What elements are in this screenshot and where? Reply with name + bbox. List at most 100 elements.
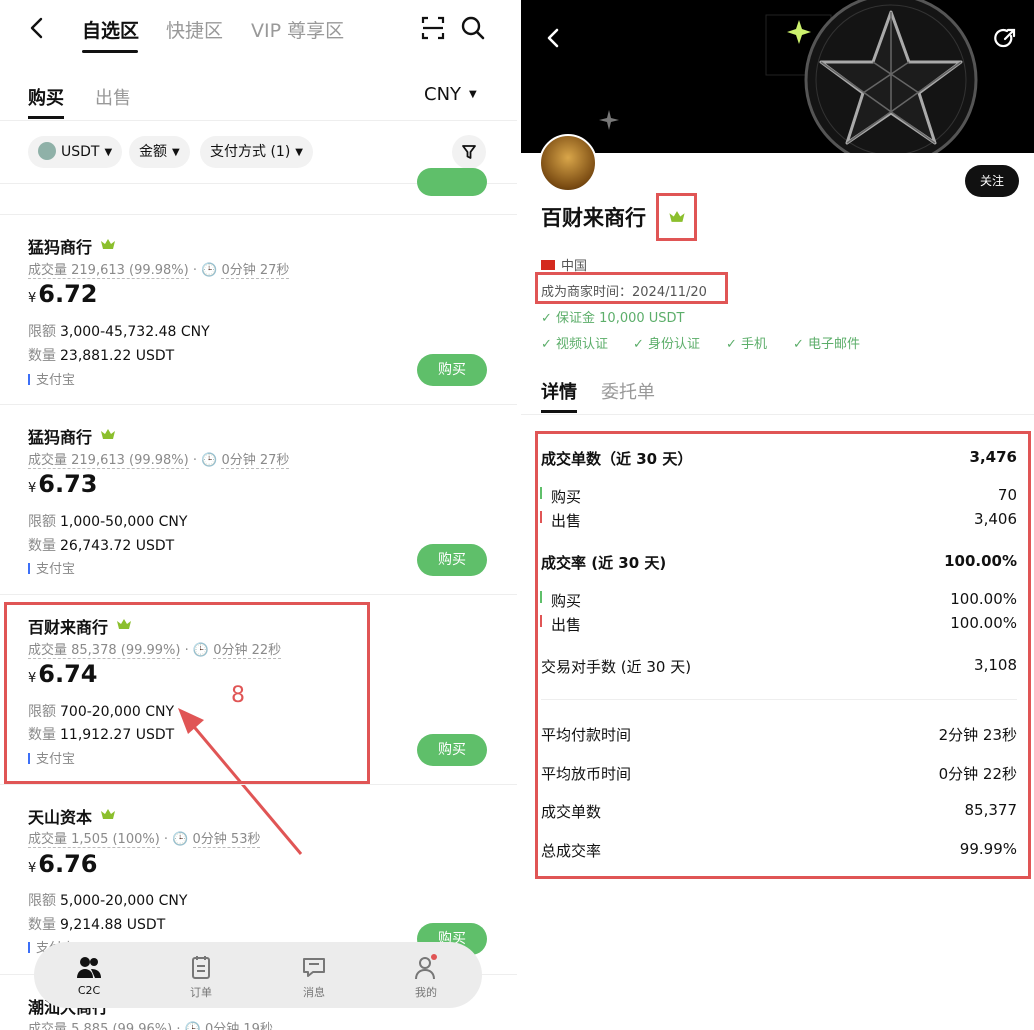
orders-buy-value: 70 [997, 486, 1017, 504]
message-icon [303, 958, 325, 977]
price: ¥6.72 [28, 280, 98, 308]
partial-buy-button[interactable] [417, 168, 487, 196]
tab-vip[interactable]: VIP 尊享区 [251, 16, 344, 43]
buy-button[interactable]: 购买 [417, 544, 487, 576]
verification-email: ✓ 电子邮件 [793, 337, 861, 352]
payment-method: 支付宝 [28, 369, 75, 388]
coin-label: USDT [61, 144, 100, 160]
trade-stats: 成交量 219,613 (99.98%) · 🕒 0分钟 27秒 [28, 453, 290, 469]
buy-indicator-bar [540, 487, 542, 499]
trade-stats: 成交量 219,613 (99.98%) · 🕒 0分钟 27秒 [28, 263, 290, 279]
verification-phone: ✓ 手机 [726, 337, 768, 352]
orders-30d-label: 成交单数（近 30 天） [541, 450, 693, 468]
orders-sell-value: 3,406 [974, 510, 1017, 528]
tab-sell[interactable]: 出售 [95, 84, 131, 110]
quantity-row: 数量 23,881.22 USDT [28, 348, 175, 364]
currency-label: CNY [424, 84, 462, 105]
orders-sell-label: 出售 [551, 512, 582, 530]
crown-icon [101, 429, 115, 439]
avg-pay-time-value: 2分钟 23秒 [938, 726, 1017, 744]
currency-select[interactable]: CNY ▼ [424, 84, 477, 105]
buy-button[interactable]: 购买 [417, 354, 487, 386]
buy-button[interactable]: 购买 [417, 734, 487, 766]
tab-indicator [541, 410, 577, 413]
merchant-name[interactable]: 天山资本 [28, 804, 92, 828]
avg-release-time-value: 0分钟 22秒 [938, 765, 1017, 783]
rate-buy-value: 100.00% [950, 590, 1017, 608]
nav-label: 订单 [190, 986, 212, 999]
buy-indicator-bar [540, 591, 542, 603]
nav-messages[interactable]: 消息 [284, 954, 344, 1000]
trade-stats: 成交量 5,885 (99.96%) · 🕒 0分钟 19秒 [28, 1018, 273, 1030]
verification-video: ✓ 视频认证 [541, 337, 609, 352]
orders-buy-label: 购买 [551, 488, 582, 506]
rate-30d-value: 100.00% [944, 552, 1017, 570]
limit-row: 限额 3,000-45,732.48 CNY [28, 324, 210, 340]
search-icon[interactable] [460, 15, 486, 41]
merchant-profile-panel: 关注 百财来商行 中国 成为商家时间：2024/11/20 ✓ 保证金 10,0… [521, 0, 1034, 1030]
usdt-icon [38, 142, 56, 160]
nav-label: 消息 [303, 986, 325, 999]
caret-down-icon: ▼ [104, 147, 113, 158]
quantity-row: 数量 26,743.72 USDT [28, 538, 175, 554]
profile-banner [521, 0, 1034, 153]
divider [0, 120, 517, 121]
nav-orders[interactable]: 订单 [171, 954, 231, 1000]
scan-icon[interactable] [420, 15, 446, 41]
tab-indicator [82, 50, 138, 53]
tab-favorites[interactable]: 自选区 [82, 16, 139, 43]
amount-filter[interactable]: 金额 ▼ [129, 136, 190, 168]
counterparties-label: 交易对手数 (近 30 天) [541, 658, 692, 676]
quantity-row: 数量 9,214.88 USDT [28, 917, 166, 933]
orders-30d-value: 3,476 [969, 448, 1017, 466]
divider [541, 699, 1017, 700]
nav-c2c[interactable]: C2C [59, 954, 119, 997]
deposit-verified: ✓ 保证金 10,000 USDT [541, 311, 685, 326]
coin-filter[interactable]: USDT ▼ [28, 136, 123, 168]
listing-card: 猛犸商行 成交量 219,613 (99.98%) · 🕒 0分钟 27秒 ¥6… [0, 214, 517, 404]
sell-indicator-bar [540, 511, 542, 523]
payment-label: 支付方式 (1) [210, 144, 291, 160]
bottom-nav: C2C 订单 消息 我的 [34, 942, 482, 1008]
buy-indicator [28, 116, 64, 119]
total-orders-label: 成交单数 [541, 803, 602, 821]
tab-express[interactable]: 快捷区 [166, 16, 223, 43]
tab-orders[interactable]: 委托单 [601, 378, 655, 404]
profile-icon [415, 954, 437, 980]
back-arrow-icon[interactable] [26, 14, 50, 42]
follow-button[interactable]: 关注 [965, 165, 1019, 197]
clock-icon: 🕒 [201, 263, 218, 278]
avatar [539, 134, 597, 192]
nav-profile[interactable]: 我的 [396, 954, 456, 1000]
share-icon[interactable] [993, 27, 1017, 51]
merchant-name[interactable]: 猛犸商行 [28, 234, 92, 258]
funnel-icon [462, 145, 476, 159]
total-rate-label: 总成交率 [541, 842, 602, 860]
highlight-box [535, 272, 728, 304]
crown-icon [101, 809, 115, 819]
tab-details[interactable]: 详情 [541, 378, 577, 404]
caret-down-icon: ▼ [172, 147, 180, 158]
rate-sell-value: 100.00% [950, 614, 1017, 632]
limit-row: 限额 5,000-20,000 CNY [28, 893, 188, 909]
crown-icon [101, 239, 115, 249]
c2c-market-panel: 自选区 快捷区 VIP 尊享区 购买 出售 CNY ▼ USDT ▼ 金额 ▼ 支付方… [0, 0, 517, 1030]
orders-icon [192, 956, 210, 979]
avg-release-time-label: 平均放币时间 [541, 765, 632, 783]
listing-card: 猛犸商行 成交量 219,613 (99.98%) · 🕒 0分钟 27秒 ¥6… [0, 404, 517, 594]
total-orders-value: 85,377 [964, 801, 1018, 819]
tab-buy[interactable]: 购买 [28, 84, 64, 110]
trade-stats: 成交量 1,505 (100%) · 🕒 0分钟 53秒 [28, 832, 261, 848]
filter-button[interactable] [452, 135, 486, 169]
rate-buy-label: 购买 [551, 592, 582, 610]
limit-row: 限额 1,000-50,000 CNY [28, 514, 188, 530]
clock-icon: 🕒 [201, 453, 218, 468]
users-icon [77, 957, 101, 978]
payment-filter[interactable]: 支付方式 (1) ▼ [200, 136, 313, 168]
crown-icon [669, 211, 685, 222]
avg-pay-time-label: 平均付款时间 [541, 726, 632, 744]
back-arrow-icon[interactable] [543, 25, 565, 51]
china-flag-icon [541, 260, 555, 270]
merchant-name[interactable]: 猛犸商行 [28, 424, 92, 448]
price: ¥6.76 [28, 850, 98, 878]
